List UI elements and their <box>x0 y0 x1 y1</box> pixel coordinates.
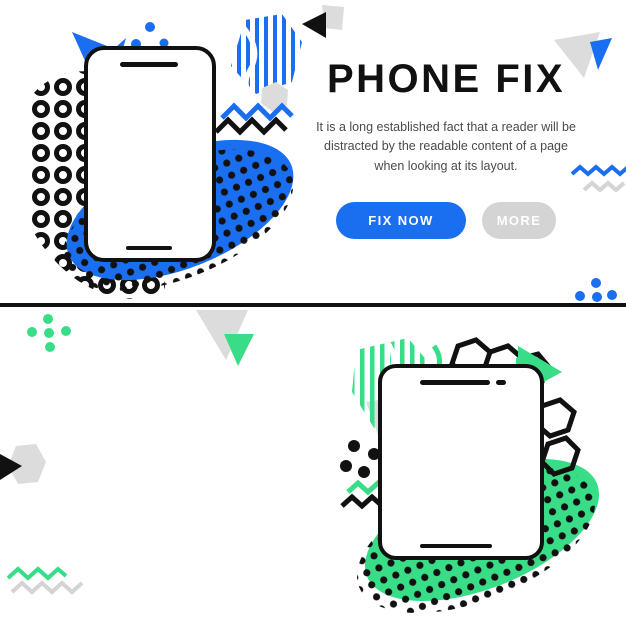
phone-device <box>84 46 216 262</box>
black-triangle-left-icon <box>302 5 344 38</box>
black-dots-cluster <box>340 440 380 478</box>
tablet-speaker <box>420 380 490 385</box>
blue-zigzag-right <box>570 164 626 177</box>
bottom-left-zigzags <box>6 566 84 595</box>
phone-button-row: FIX NOW MORE <box>312 202 580 240</box>
tablet-graphic-cluster <box>340 337 600 613</box>
phone-speaker <box>120 62 178 67</box>
blue-triangle-right <box>590 38 612 70</box>
blue-dots-cluster <box>131 22 169 49</box>
gray-zigzag-bottom <box>10 580 84 595</box>
green-zigzag-bottom <box>6 566 68 581</box>
phone-copy-block: PHONE FIX It is a long established fact … <box>312 57 580 240</box>
phone-graphic-cluster <box>30 14 302 300</box>
green-dots-cluster <box>27 314 71 352</box>
gray-zigzag-right <box>582 180 626 193</box>
tablet-camera <box>496 380 506 385</box>
blue-dots-bottom-right <box>575 278 617 305</box>
phone-home-bar <box>126 246 172 250</box>
blue-zigzag <box>220 102 294 122</box>
more-button-phone[interactable]: MORE <box>482 202 556 240</box>
black-zigzag <box>340 493 382 510</box>
banner-divider <box>0 303 626 307</box>
tablet-device <box>378 364 544 560</box>
banner-phone: PHONE FIX It is a long established fact … <box>0 0 626 305</box>
poster-canvas: PHONE FIX It is a long established fact … <box>0 0 626 626</box>
banner-tablet: TABLET FIX It is a long established fact… <box>0 308 626 626</box>
divider-triangles <box>196 310 254 366</box>
fix-now-button-phone[interactable]: FIX NOW <box>336 202 466 240</box>
body-text-phone: It is a long established fact that a rea… <box>316 120 576 173</box>
left-hexagon-triangle <box>0 444 46 484</box>
black-zigzag <box>214 116 288 136</box>
tablet-home-bar <box>420 544 492 548</box>
page-title-phone: PHONE FIX <box>326 57 566 101</box>
